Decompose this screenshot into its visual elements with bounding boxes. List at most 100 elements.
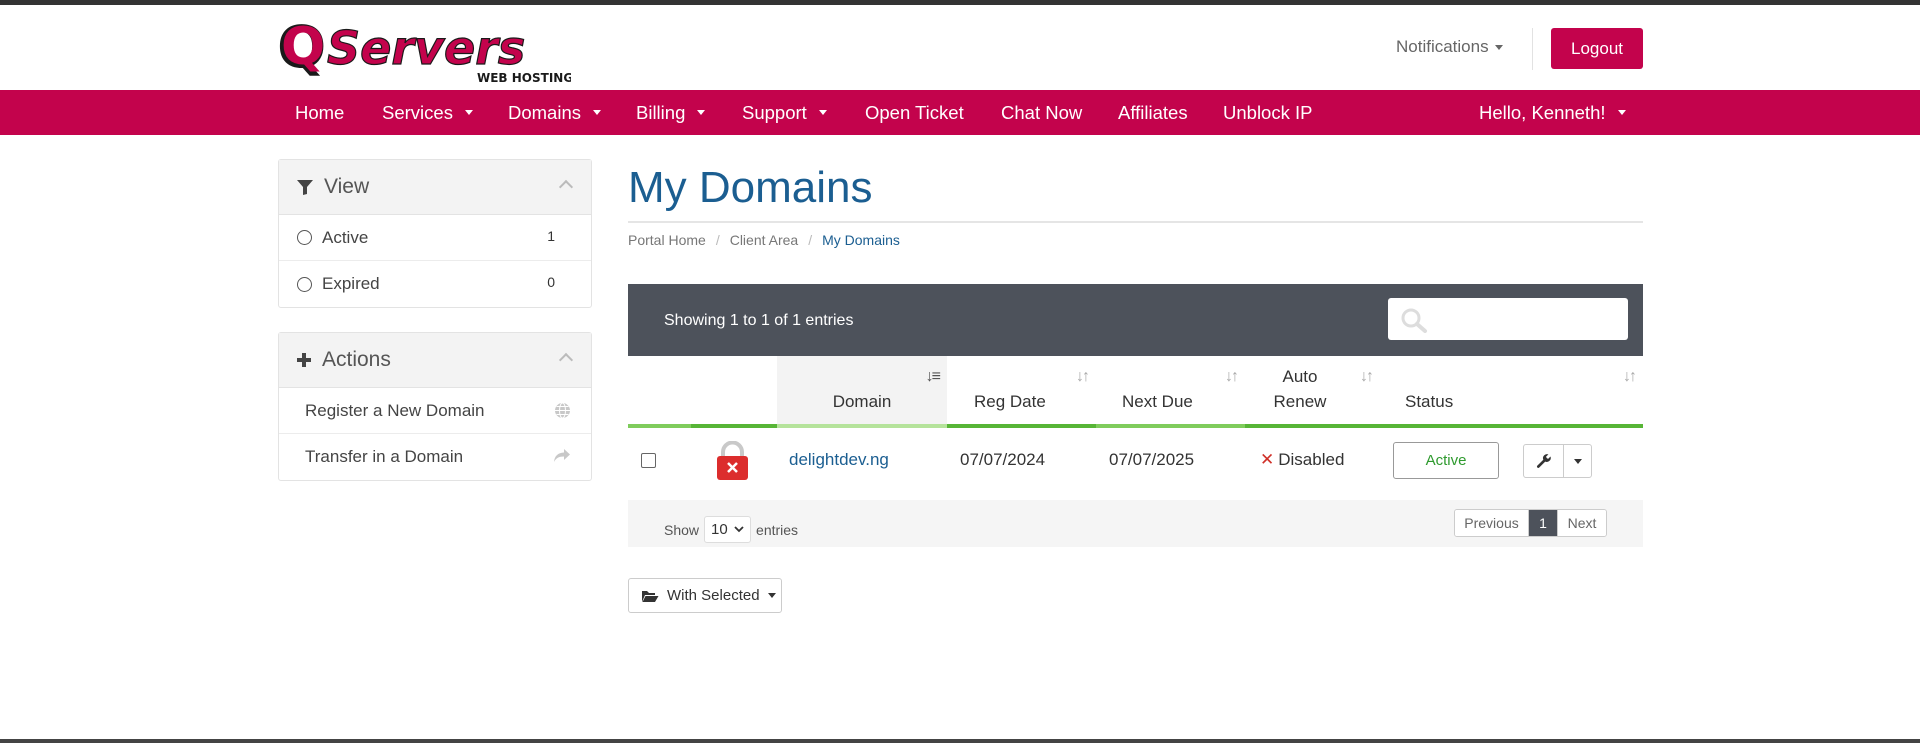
nav-label: Unblock IP [1223,101,1313,123]
previous-page-button[interactable]: Previous [1455,510,1529,536]
row-checkbox[interactable] [641,453,656,468]
col-domain-label: Domain [832,392,892,411]
col-status-label: Status [1405,392,1454,411]
actions-panel-header[interactable]: Actions [279,333,591,388]
logo-graphic: Q Q Servers WEB HOSTING [277,17,571,85]
table-row: delightdev.ng 07/07/2024 07/07/2025 ✕ Dis… [628,428,1643,498]
chevron-down-icon [767,593,776,598]
view-panel: View Active 1 Expired 0 [278,159,592,308]
show-label: Show [664,521,700,538]
view-panel-header[interactable]: View [279,160,591,215]
col-next-due-label: Next Due [1122,392,1193,411]
domain-link[interactable]: delightdev.ng [789,450,889,470]
domain-actions [1523,444,1592,478]
manage-domain-button[interactable] [1524,445,1563,477]
nav-chat-now[interactable]: Chat Now [1001,90,1082,135]
chevron-down-icon [1494,44,1503,50]
notifications-label: Notifications [1396,37,1489,56]
nav-home[interactable]: Home [295,90,344,135]
col-domain[interactable]: ↓≡ Domain [777,356,947,428]
svg-text:Q: Q [281,17,325,77]
x-icon: ✕ [1260,450,1275,469]
col-auto-renew-label: Auto Renew [1273,367,1327,411]
nav-affiliates[interactable]: Affiliates [1118,90,1188,135]
ssl-lock-icon [717,441,748,480]
nav-label: Services [382,101,453,123]
title-divider [628,221,1643,223]
user-greeting: Hello, Kenneth! [1479,101,1606,123]
table-footer: Show 10 entries Previous 1 Next [628,500,1643,547]
col-ssl [691,356,777,428]
nav-billing[interactable]: Billing [636,90,706,135]
col-reg-date[interactable]: ↓↑ Reg Date [947,356,1096,428]
site-header: Q Q Servers WEB HOSTING Notifications Lo… [0,5,1920,90]
chevron-down-icon [593,110,601,115]
main-nav: Home Services Domains Billing Support Op… [0,90,1920,135]
folder-open-icon [642,590,659,602]
filter-label: Expired [322,274,380,293]
qservers-logo[interactable]: Q Q Servers WEB HOSTING [277,17,571,85]
user-menu[interactable]: Hello, Kenneth! [1479,90,1626,135]
filter-count: 1 [547,228,555,244]
breadcrumb-separator: / [808,232,813,248]
chevron-down-icon [697,110,706,115]
with-selected-button[interactable]: With Selected [628,578,782,613]
sort-icon: ↓↑ [1360,368,1374,385]
plus-icon [297,353,311,367]
filter-label: Active [322,227,369,247]
nav-unblock-ip[interactable]: Unblock IP [1223,90,1312,135]
register-domain-link[interactable]: Register a New Domain [279,388,591,434]
breadcrumb-current: My Domains [822,232,900,248]
nav-services[interactable]: Services [382,90,473,135]
chevron-up-icon[interactable] [558,352,574,368]
wrench-icon [1536,454,1551,468]
col-status[interactable]: ↓↑ Status [1380,356,1643,428]
transfer-domain-link[interactable]: Transfer in a Domain [279,434,591,480]
next-page-button[interactable]: Next [1557,510,1606,536]
chevron-down-icon [818,110,827,115]
chevron-down-icon [1573,458,1582,464]
nav-label: Affiliates [1118,101,1188,123]
action-label: Transfer in a Domain [305,447,464,466]
bottom-border [0,739,1920,743]
page-1-button[interactable]: 1 [1529,510,1557,536]
action-label: Register a New Domain [305,400,485,420]
nav-label: Chat Now [1001,101,1083,123]
chevron-down-icon [1617,110,1626,115]
col-checkbox [628,356,691,428]
breadcrumb-client-area[interactable]: Client Area [730,232,798,248]
table-info: Showing 1 to 1 of 1 entries [664,312,854,329]
radio-icon [297,230,312,245]
globe-icon [555,402,570,419]
chevron-up-icon[interactable] [558,179,574,195]
table-header: ↓≡ Domain ↓↑ Reg Date ↓↑ Next Due ↓↑ Aut… [628,356,1643,428]
auto-renew-value: Disabled [1278,450,1345,469]
actions-panel-title: Actions [322,348,391,371]
col-next-due[interactable]: ↓↑ Next Due [1096,356,1245,428]
reg-date: 07/07/2024 [960,450,1046,469]
breadcrumb-portal-home[interactable]: Portal Home [628,232,706,248]
domain-actions-dropdown[interactable] [1563,445,1591,477]
svg-text:WEB HOSTING: WEB HOSTING [477,71,571,85]
nav-domains[interactable]: Domains [508,90,601,135]
breadcrumb: Portal Home / Client Area / My Domains [628,232,900,248]
table-search-input[interactable] [1388,298,1628,340]
share-arrow-icon [554,449,570,462]
col-auto-renew[interactable]: ↓↑ Auto Renew [1245,356,1380,428]
filter-active[interactable]: Active 1 [279,215,591,261]
pagination: Previous 1 Next [1454,509,1607,537]
logout-button[interactable]: Logout [1551,28,1643,69]
filter-count: 0 [547,274,555,290]
filter-expired[interactable]: Expired 0 [279,261,591,307]
table-toolbar: Showing 1 to 1 of 1 entries [628,284,1643,356]
svg-text:Servers: Servers [327,21,525,75]
chevron-down-icon [734,526,744,533]
page-size-control: Show 10 entries [664,516,798,543]
auto-renew: ✕ Disabled [1260,450,1344,470]
sort-icon: ↓↑ [1623,368,1637,385]
notifications-menu[interactable]: Notifications [1396,37,1503,57]
page-size-select[interactable]: 10 [704,516,752,543]
nav-open-ticket[interactable]: Open Ticket [865,90,964,135]
nav-support[interactable]: Support [742,90,827,135]
nav-label: Open Ticket [865,101,964,123]
